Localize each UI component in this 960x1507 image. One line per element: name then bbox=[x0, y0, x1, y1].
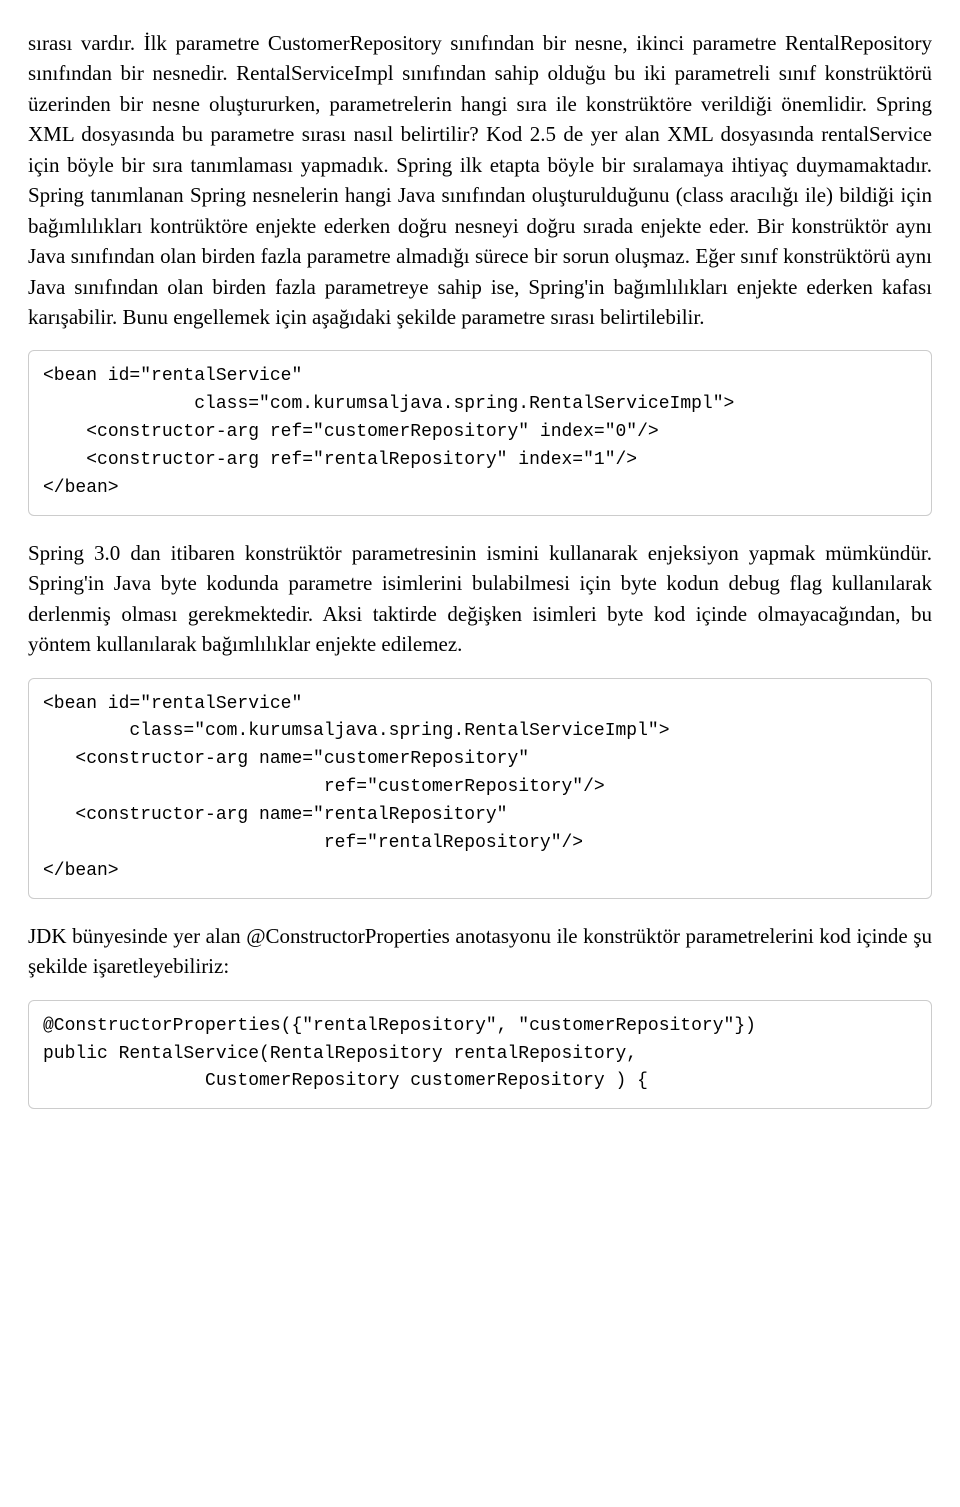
body-paragraph-1: sırası vardır. İlk parametre CustomerRep… bbox=[28, 28, 932, 332]
code-block-2: <bean id="rentalService" class="com.kuru… bbox=[28, 678, 932, 899]
body-paragraph-2: Spring 3.0 dan itibaren konstrüktör para… bbox=[28, 538, 932, 660]
code-block-3: @ConstructorProperties({"rentalRepositor… bbox=[28, 1000, 932, 1110]
body-paragraph-3: JDK bünyesinde yer alan @ConstructorProp… bbox=[28, 921, 932, 982]
code-block-1: <bean id="rentalService" class="com.kuru… bbox=[28, 350, 932, 515]
